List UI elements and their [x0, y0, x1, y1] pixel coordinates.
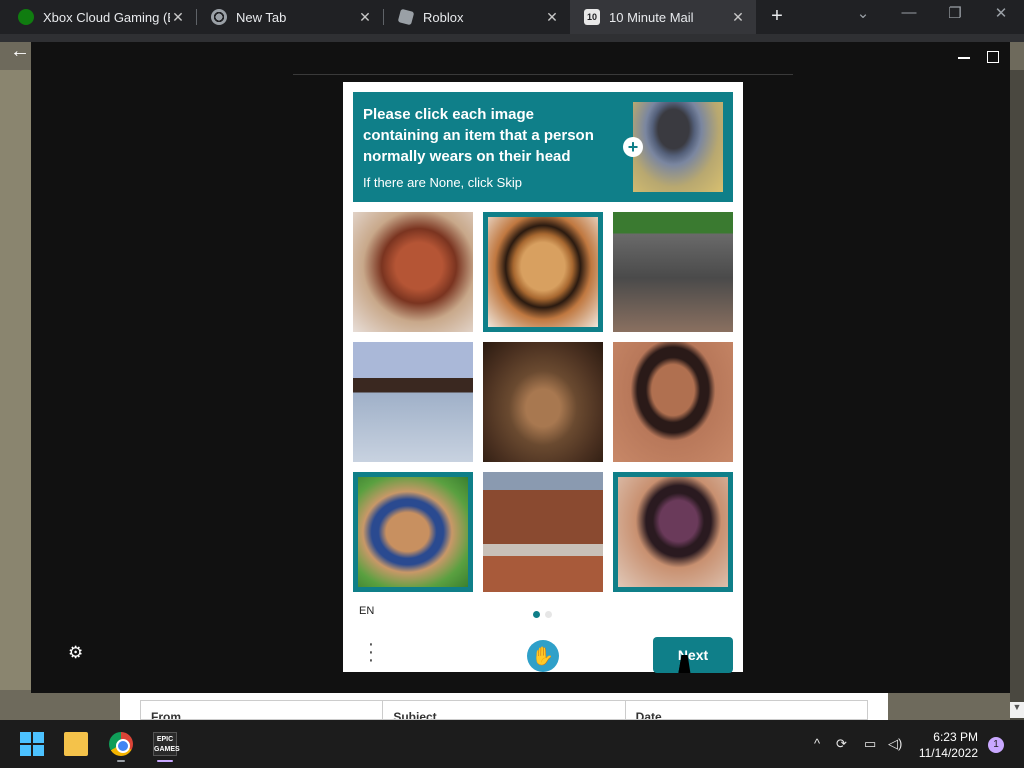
scrollbar-down-arrow-icon[interactable]: ▼	[1010, 702, 1024, 718]
new-tab-button[interactable]: +	[766, 5, 788, 27]
mail-table-header: From Subject Date	[140, 700, 868, 720]
chrome-icon[interactable]	[109, 732, 133, 756]
hcaptcha-logo-icon: ✋	[527, 640, 559, 672]
page-dot-inactive	[545, 611, 552, 618]
tab-label: New Tab	[236, 9, 287, 25]
image-tile-sneaker[interactable]	[613, 212, 733, 332]
close-icon[interactable]: ✕	[357, 9, 373, 26]
image-tile-boot[interactable]	[353, 212, 473, 332]
clock-time[interactable]: 6:23 PM	[920, 730, 978, 744]
image-tile-belt-loop[interactable]	[613, 342, 733, 462]
browser-tab-bar: Xbox Cloud Gaming (B ✕ New Tab ✕ Roblox …	[0, 0, 1024, 34]
close-window-icon[interactable]: ✕	[989, 4, 1013, 22]
tab-label: Roblox	[423, 9, 464, 25]
sync-icon[interactable]: ⟳	[836, 736, 847, 752]
image-tile-belt-buckle-blur[interactable]	[483, 342, 603, 462]
tab-label: 10 Minute Mail	[609, 9, 694, 25]
captcha-challenge: Please click each image containing an it…	[343, 82, 743, 673]
network-icon[interactable]: ▭	[864, 736, 876, 752]
belt-buckle-blur-image	[483, 342, 603, 462]
column-from: From	[141, 701, 384, 719]
back-arrow-icon[interactable]: ←	[10, 40, 30, 63]
plus-icon[interactable]: +	[623, 137, 643, 157]
ten-minute-mail-icon: 10	[584, 9, 600, 25]
tab-xbox-cloud-gaming[interactable]: Xbox Cloud Gaming (B ✕	[4, 0, 196, 34]
image-tile-felt-hat[interactable]	[613, 472, 733, 592]
tab-new-tab[interactable]: New Tab ✕	[197, 0, 383, 34]
image-tile-belt-jeans[interactable]	[353, 342, 473, 462]
belt-loop-image	[613, 342, 733, 462]
windows-start-icon[interactable]	[20, 732, 44, 756]
prompt-subtext: If there are None, click Skip	[363, 175, 522, 190]
gear-icon[interactable]: ⚙	[68, 643, 83, 663]
roblox-icon	[397, 8, 415, 26]
notification-badge[interactable]: 1	[988, 737, 1004, 753]
running-indicator	[117, 760, 125, 762]
column-date: Date	[635, 710, 662, 719]
image-tile-straw-hat[interactable]	[353, 472, 473, 592]
fedora-image	[488, 217, 598, 327]
column-subject: Subject	[383, 701, 626, 719]
xbox-icon	[18, 9, 34, 25]
close-icon[interactable]: ✕	[544, 9, 560, 26]
felt-hat-image	[618, 477, 728, 587]
volume-icon[interactable]: ◁)	[888, 736, 902, 752]
restore-icon[interactable]: ❐	[943, 4, 967, 22]
minimize-icon[interactable]: —	[897, 4, 921, 21]
sneaker-image	[613, 212, 733, 332]
overlay-maximize-icon[interactable]	[987, 51, 999, 63]
captcha-prompt: Please click each image containing an it…	[353, 92, 733, 202]
belt-buckle-image	[483, 472, 603, 592]
divider	[293, 74, 793, 75]
close-icon[interactable]: ✕	[730, 9, 746, 26]
menu-kebab-icon[interactable]: · · ·	[361, 634, 381, 670]
tab-label: Xbox Cloud Gaming (B	[43, 9, 170, 25]
page-background-right	[1010, 70, 1024, 720]
toolbar-strip	[0, 34, 1024, 42]
belt-jeans-image	[353, 342, 473, 462]
epic-games-icon[interactable]: EPIC GAMES	[153, 732, 180, 756]
overlay-minimize-icon[interactable]	[958, 57, 970, 59]
active-indicator	[157, 760, 173, 762]
language-selector[interactable]: EN	[359, 605, 374, 617]
chrome-icon	[211, 9, 227, 25]
image-tile-belt-buckle[interactable]	[483, 472, 603, 592]
straw-hat-image	[358, 477, 468, 587]
close-icon[interactable]: ✕	[170, 9, 186, 26]
prompt-text: Please click each image containing an it…	[363, 106, 594, 165]
tab-10-minute-mail[interactable]: 10 10 Minute Mail ✕	[570, 0, 756, 34]
image-tile-fedora[interactable]	[483, 212, 603, 332]
example-image[interactable]	[633, 102, 723, 192]
tab-search-icon[interactable]: ⌄	[851, 4, 875, 22]
file-explorer-icon[interactable]	[64, 732, 88, 756]
tab-roblox[interactable]: Roblox ✕	[384, 0, 570, 34]
page-background	[0, 70, 32, 690]
clock-date[interactable]: 11/14/2022	[916, 746, 978, 760]
page-dot-active	[533, 611, 540, 618]
boot-image	[353, 212, 473, 332]
chevron-up-icon[interactable]: ^	[814, 736, 820, 751]
